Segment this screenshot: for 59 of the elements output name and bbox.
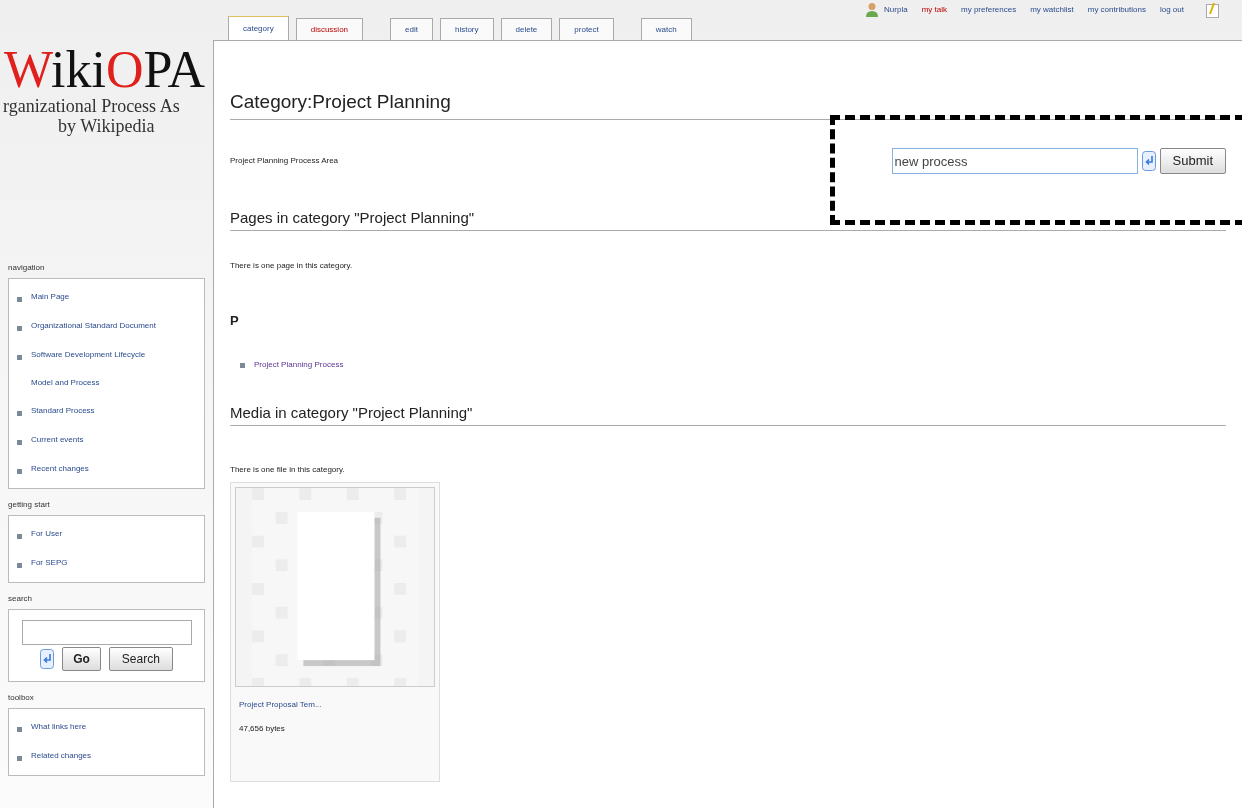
bullet-icon (17, 355, 22, 360)
sidebar-link[interactable]: For User (31, 520, 63, 549)
bullet-icon (240, 362, 245, 368)
page-tab[interactable]: edit (390, 18, 433, 40)
sidebar-link[interactable]: Recent changes (31, 455, 89, 484)
sidebar-link[interactable]: Standard Process (31, 397, 95, 426)
sidebar-link[interactable]: Software Development Lifecycle Model and Process (31, 341, 166, 397)
page-tab[interactable]: protect (559, 18, 614, 40)
pencil-icon[interactable] (1206, 1, 1220, 18)
file-link[interactable]: Project Proposal Tem... (239, 698, 435, 711)
page-tab[interactable]: category (228, 16, 289, 40)
personal-link[interactable]: my preferences (961, 3, 1017, 16)
process-name-field[interactable]: new process (891, 148, 1138, 174)
personal-link[interactable]: my talk (921, 3, 947, 16)
search-field[interactable] (21, 620, 192, 645)
user-icon (865, 1, 880, 18)
portlet-title: navigation (8, 262, 46, 274)
submit-button[interactable]: Submit (1159, 148, 1226, 174)
body-text: There is one file in this category. (230, 463, 346, 476)
thumbnail-frame[interactable] (235, 486, 435, 687)
sidebar-link[interactable]: Main Page (31, 283, 70, 312)
bullet-icon (17, 297, 22, 302)
bullet-icon (17, 727, 22, 732)
personal-link[interactable]: my watchlist (1030, 3, 1074, 16)
portlet-title: toolbox (8, 692, 35, 704)
section-heading: Media in category "Project Planning" (230, 400, 1226, 426)
page-tab[interactable]: delete (500, 18, 553, 40)
bullet-icon (17, 563, 22, 568)
sidebar-link[interactable]: What links here (31, 713, 87, 742)
section-heading: Pages in category "Project Planning" (230, 206, 1226, 231)
logo-subtitle: rganizational Process As (3, 96, 180, 116)
bullet-icon (17, 469, 22, 474)
body-text: There is one page in this category. (230, 260, 354, 272)
page-title: Category:Project Planning (230, 87, 1226, 120)
letter-heading: P (230, 312, 240, 330)
site-logo[interactable]: WikiOPA (4, 44, 206, 96)
bullet-icon (17, 326, 22, 331)
bullet-icon (17, 756, 22, 761)
bullet-icon (17, 534, 22, 539)
page-tab[interactable]: watch (640, 18, 692, 40)
bullet-icon (17, 440, 22, 445)
sidebar-link[interactable]: For SEPG (31, 549, 68, 578)
sidebar-link[interactable]: Related changes (31, 742, 92, 771)
search-button[interactable]: Search (108, 647, 173, 671)
page-tab[interactable]: discussion (295, 18, 364, 40)
personal-link[interactable]: log out (1159, 3, 1184, 16)
file-size: 47,656 bytes (239, 722, 286, 735)
sidebar-link[interactable]: Organizational Standard Document (31, 312, 156, 341)
portlet-title: getting start (8, 499, 51, 511)
sidebar-link[interactable]: Current events (31, 426, 84, 455)
page-tab[interactable]: history (439, 18, 494, 40)
logo-tagline: by Wikipedia (58, 116, 155, 136)
go-button[interactable]: Go (62, 647, 101, 671)
personal-link[interactable]: my contributions (1087, 3, 1146, 16)
personal-link[interactable]: Nurpla (884, 3, 908, 16)
page-link[interactable]: Project Planning Process (254, 358, 344, 371)
bullet-icon (17, 411, 22, 416)
portlet-title: search (8, 593, 33, 605)
intro-text: Project Planning Process Area (230, 155, 339, 167)
